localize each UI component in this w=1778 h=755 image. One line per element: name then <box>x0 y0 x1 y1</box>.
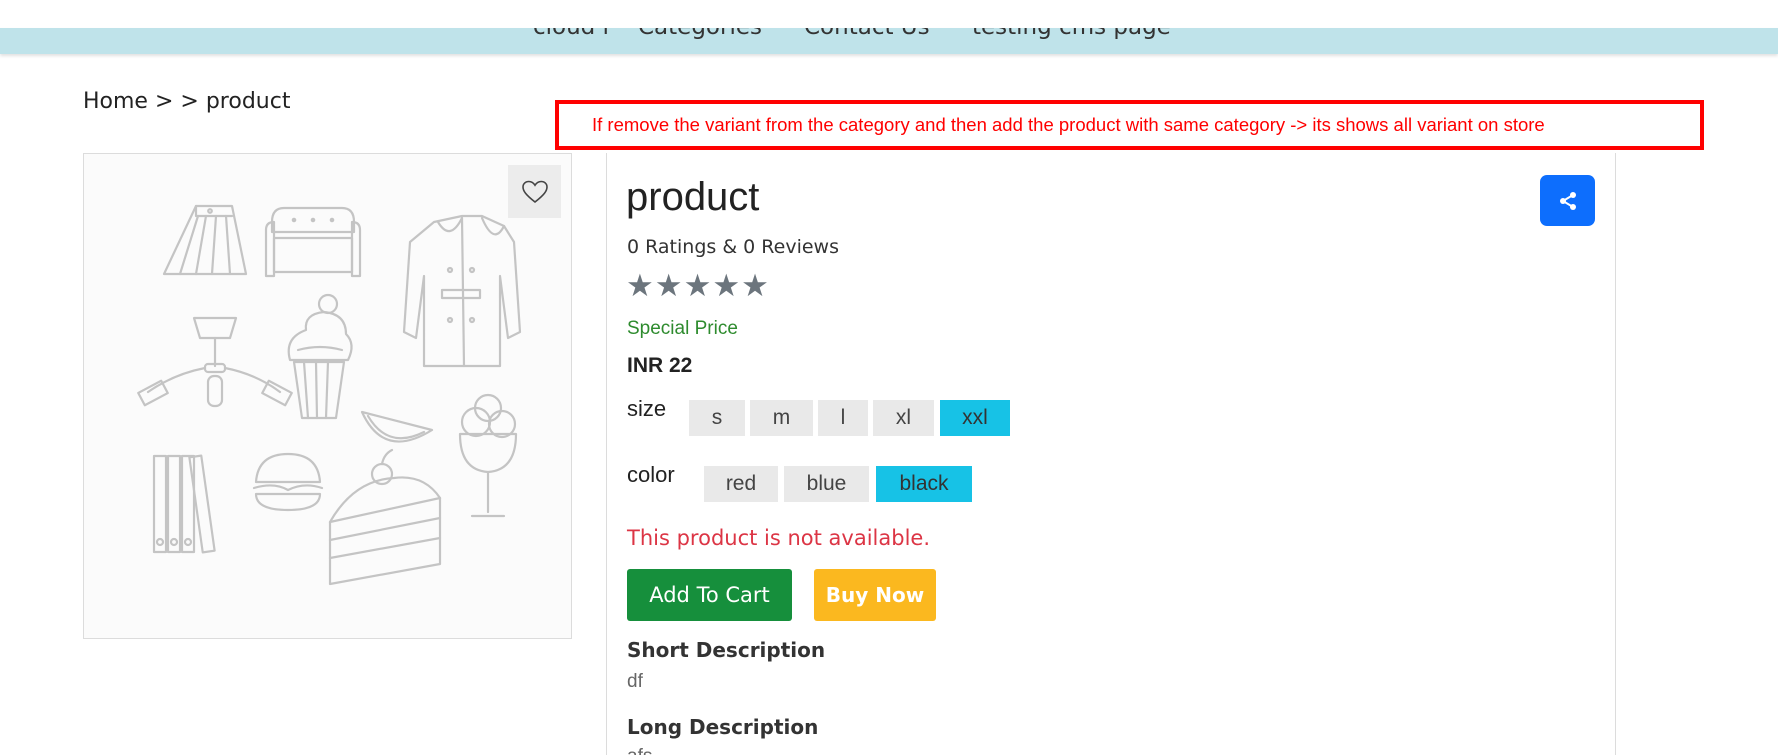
short-description-text: df <box>627 671 643 692</box>
color-option-black[interactable]: black <box>876 466 972 502</box>
wishlist-button[interactable] <box>508 165 561 218</box>
annotation-box: If remove the variant from the category … <box>555 100 1704 150</box>
breadcrumb-home[interactable]: Home <box>83 89 148 114</box>
product-price: INR 22 <box>627 354 693 377</box>
breadcrumb-separator: > <box>180 89 199 114</box>
annotation-text: If remove the variant from the category … <box>592 114 1545 135</box>
product-title: product <box>626 175 760 219</box>
nav-item-testing-cms-page[interactable]: testing cms page <box>972 28 1171 40</box>
short-description-title: Short Description <box>627 638 826 662</box>
nav-menu: cloud r Categories Contact Us testing cm… <box>0 28 1778 50</box>
share-icon <box>1559 191 1576 210</box>
size-option-m[interactable]: m <box>750 400 813 436</box>
heart-icon <box>521 180 548 203</box>
breadcrumb-separator: > <box>154 89 174 114</box>
special-price-label: Special Price <box>627 318 738 339</box>
breadcrumb: Home > > product <box>83 89 290 114</box>
long-description-title: Long Description <box>627 715 819 739</box>
size-option-xxl[interactable]: xxl <box>940 400 1010 436</box>
product-placeholder-icon <box>137 204 522 586</box>
star-rating[interactable]: ★★★★★ <box>626 268 770 304</box>
product-image <box>83 153 572 639</box>
color-label: color <box>627 462 675 487</box>
share-button[interactable] <box>1540 175 1595 226</box>
buy-now-button[interactable]: Buy Now <box>814 569 936 621</box>
ratings-summary: 0 Ratings & 0 Reviews <box>627 236 839 258</box>
breadcrumb-current: product <box>205 89 291 114</box>
nav-item-categories[interactable]: Categories <box>638 28 762 40</box>
availability-message: This product is not available. <box>627 526 931 550</box>
add-to-cart-button[interactable]: Add To Cart <box>627 569 792 621</box>
size-option-l[interactable]: l <box>818 400 868 436</box>
nav-item-cloud[interactable]: cloud r <box>533 28 612 40</box>
top-navbar: cloud r Categories Contact Us testing cm… <box>0 28 1778 54</box>
color-option-blue[interactable]: blue <box>784 466 869 502</box>
color-option-red[interactable]: red <box>704 466 778 502</box>
nav-item-contact-us[interactable]: Contact Us <box>804 28 930 40</box>
size-option-xl[interactable]: xl <box>873 400 934 436</box>
size-option-s[interactable]: s <box>689 400 745 436</box>
long-description-text: afs <box>627 746 652 755</box>
size-label: size <box>627 396 667 421</box>
